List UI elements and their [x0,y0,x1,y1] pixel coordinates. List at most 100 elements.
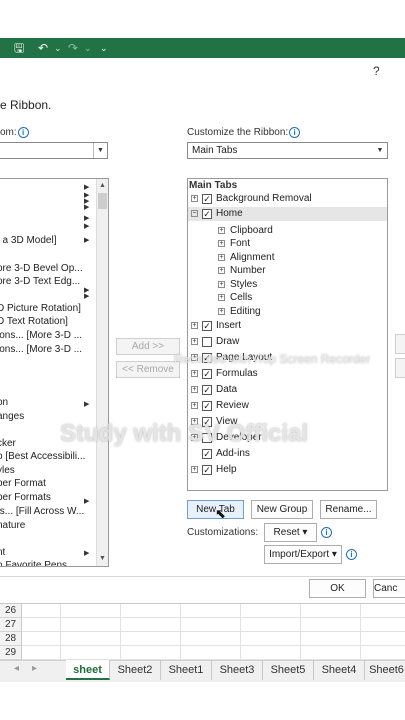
expand-icon[interactable]: + [218,308,225,315]
tree-item-review[interactable]: + ✓ Review [188,399,387,413]
tree-item-font[interactable]: + Font [188,237,387,251]
sheet-tab-sheet[interactable]: sheet [66,660,110,680]
tree-item-formulas[interactable]: + ✓ Formulas [188,367,387,381]
reset-button[interactable]: Reset ▾ [264,523,317,542]
expand-icon[interactable]: + [191,402,198,409]
command-item[interactable]: anges [0,411,24,422]
tree-item-view[interactable]: + ✓ View [188,415,387,429]
move-up-button[interactable] [395,334,405,354]
tab-checkbox[interactable]: ✓ [202,401,212,411]
commands-list[interactable]: t a 3D Model] ore 3-D Bevel Op... ore 3-D … [0,178,109,567]
tree-item-background-removal[interactable]: + ✓ Background Removal [188,192,387,206]
undo-icon[interactable]: ↶ [38,38,48,58]
save-icon[interactable]: 🖫 [14,38,24,58]
tab-checkbox[interactable]: ✓ [202,353,212,363]
expand-icon[interactable]: + [191,466,198,473]
sheet-tab-sheet2[interactable]: Sheet2 [110,660,161,680]
choose-commands-combo[interactable]: ▼ [0,142,108,159]
tab-checkbox[interactable]: ✓ [202,417,212,427]
command-item[interactable]: ts... [Fill Across W... [0,506,84,517]
tree-item-editing[interactable]: + Editing [188,305,387,319]
command-item[interactable]: D Picture Rotation] [0,303,81,314]
command-item[interactable]: nature [0,520,25,531]
expand-icon[interactable]: + [191,354,198,361]
redo-dropdown-icon[interactable]: ⌄ [84,38,92,58]
grid-row[interactable] [22,632,405,646]
command-item[interactable]: ions... [More 3-D ... [0,330,82,341]
move-down-button[interactable] [395,358,405,378]
commands-scrollbar[interactable]: ▲ ▼ [96,179,108,566]
tree-item-clipboard[interactable]: + Clipboard [188,224,387,238]
command-item[interactable]: per Format [0,478,46,489]
tab-checkbox[interactable] [202,433,212,443]
grid-row[interactable] [22,604,405,618]
grid-row[interactable] [22,618,405,632]
command-item[interactable]: yles [0,465,15,476]
info-icon[interactable]: i [289,127,301,138]
ok-button[interactable]: OK [309,579,366,598]
tree-item-data[interactable]: + ✓ Data [188,383,387,397]
command-item[interactable]: per Formats [0,492,51,503]
tree-item-alignment[interactable]: + Alignment [188,251,387,265]
tab-checkbox[interactable]: ✓ [202,369,212,379]
expand-icon[interactable]: + [218,281,225,288]
row-header[interactable]: 28 [0,632,22,646]
grid-row[interactable] [22,646,405,660]
expand-icon[interactable]: + [191,386,198,393]
scroll-down-icon[interactable]: ▼ [97,553,108,564]
tab-checkbox[interactable]: ✓ [202,465,212,475]
row-header[interactable]: 26 [0,604,22,618]
info-icon[interactable]: i [346,549,357,560]
command-item[interactable]: o Favorite Pens [0,560,67,566]
tab-checkbox[interactable]: ✓ [202,194,212,204]
command-item[interactable]: on [0,397,8,408]
info-icon[interactable]: i [321,527,332,538]
tree-item-developer[interactable]: + Developer [188,431,387,445]
tab-checkbox[interactable]: ✓ [202,385,212,395]
customize-toolbar-icon[interactable]: ⌄ [100,38,108,58]
expand-icon[interactable]: + [191,322,198,329]
collapse-icon[interactable]: − [191,210,198,217]
command-item[interactable]: ore 3-D Text Edg... [0,276,80,287]
tab-scroll-left-icon[interactable]: ◂ [14,663,19,674]
command-item[interactable]: cker [0,438,16,449]
scroll-thumb[interactable] [98,193,107,209]
new-group-button[interactable]: New Group [251,500,313,519]
redo-icon[interactable]: ↷ [68,38,78,58]
tab-checkbox[interactable]: ✓ [202,449,212,459]
info-icon[interactable]: i [17,127,29,138]
customize-ribbon-combo[interactable]: Main Tabs ▼ [187,142,388,159]
command-item[interactable]: ore 3-D Bevel Op... [0,263,83,274]
tree-item-add-ins[interactable]: ✓ Add-ins [188,447,387,461]
expand-icon[interactable]: + [218,267,225,274]
expand-icon[interactable]: + [191,434,198,441]
undo-dropdown-icon[interactable]: ⌄ [54,38,62,58]
sheet-tab-sheet4[interactable]: Sheet4 [314,660,365,680]
scroll-up-icon[interactable]: ▲ [97,180,108,191]
tab-checkbox[interactable] [202,337,212,347]
sheet-tab-sheet3[interactable]: Sheet3 [212,660,263,680]
command-item[interactable]: o [Best Accessibili... [0,451,85,462]
tree-item-insert[interactable]: + ✓ Insert [188,319,387,333]
expand-icon[interactable]: + [191,418,198,425]
ribbon-tabs-tree[interactable]: Main Tabs + ✓ Background Removal − ✓ Home + Cli… [187,178,388,491]
cancel-button[interactable]: Canc [373,579,405,598]
sheet-tab-sheet6[interactable]: Sheet6 [365,660,405,680]
remove-button[interactable]: << Remove [116,361,180,378]
chevron-down-icon[interactable]: ▼ [93,143,107,158]
tree-item-cells[interactable]: + Cells [188,291,387,305]
command-item[interactable]: D Text Rotation] [0,316,68,327]
expand-icon[interactable]: + [218,254,225,261]
row-header[interactable]: 27 [0,618,22,632]
expand-icon[interactable]: + [218,240,225,247]
command-item[interactable]: ions... [More 3-D ... [0,344,82,355]
import-export-button[interactable]: Import/Export ▾ [264,545,342,564]
command-item[interactable]: nt [0,547,5,558]
expand-icon[interactable]: + [218,294,225,301]
chevron-down-icon[interactable]: ▼ [373,143,387,158]
tree-item-page-layout[interactable]: + ✓ Page Layout [188,351,387,365]
sheet-tab-sheet5[interactable]: Sheet5 [263,660,314,680]
tree-item-home[interactable]: − ✓ Home [188,207,387,221]
add-button[interactable]: Add >> [116,338,180,355]
expand-icon[interactable]: + [218,227,225,234]
